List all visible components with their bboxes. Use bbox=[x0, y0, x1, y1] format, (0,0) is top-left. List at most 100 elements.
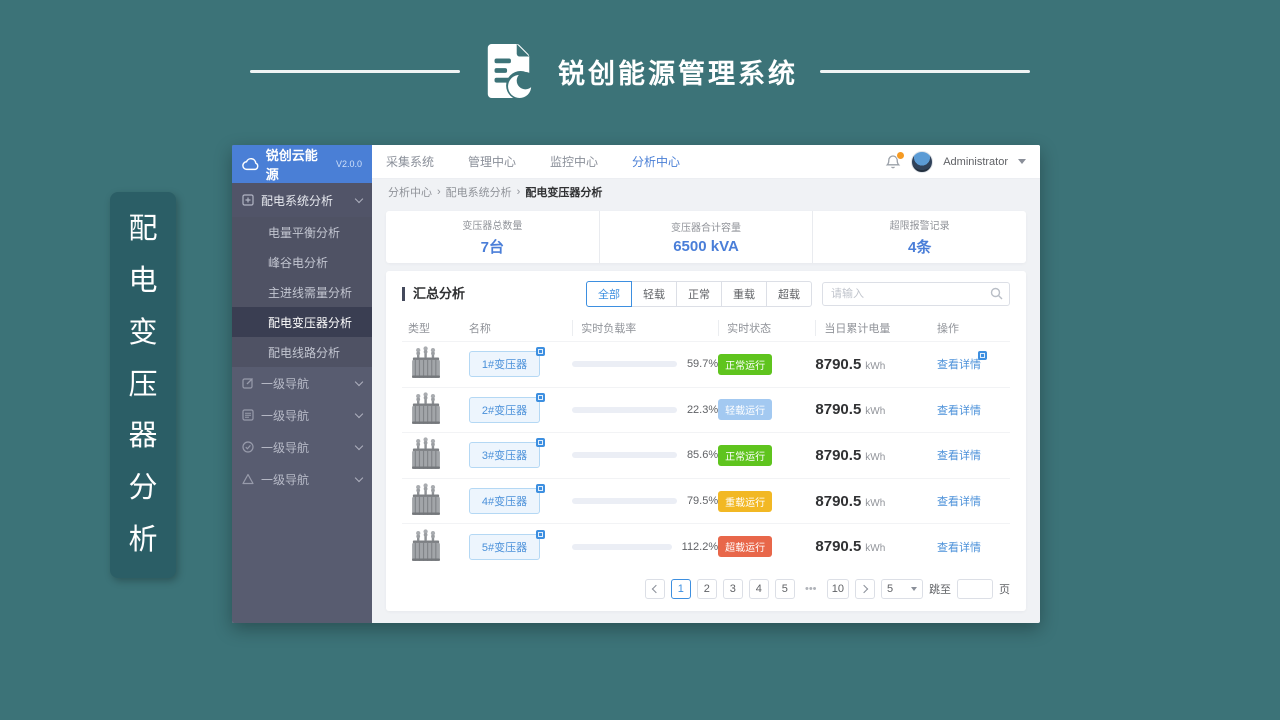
filter-button-group: 全部 轻载 正常 重载 超载 bbox=[586, 281, 812, 307]
list-icon bbox=[242, 409, 254, 421]
user-zone: Administrator bbox=[885, 150, 1026, 173]
load-rate-cell: 22.3% bbox=[572, 404, 718, 416]
nav-monitoring-center[interactable]: 监控中心 bbox=[550, 153, 598, 170]
status-cell: 正常运行 bbox=[718, 444, 815, 466]
page-button-4[interactable]: 4 bbox=[748, 579, 769, 599]
sidebar-item-power-balance[interactable]: 电量平衡分析 bbox=[232, 217, 372, 247]
sidebar-item-main-feeder-demand[interactable]: 主进线需量分析 bbox=[232, 277, 372, 307]
filter-overload-button[interactable]: 超载 bbox=[766, 281, 812, 307]
load-rate-value: 22.3% bbox=[686, 403, 719, 416]
sidebar-group-distribution-analysis[interactable]: 配电系统分析 bbox=[232, 183, 372, 217]
stat-label: 变压器合计容量 bbox=[671, 223, 741, 234]
jump-to-page-input[interactable] bbox=[957, 579, 993, 599]
prev-page-button[interactable] bbox=[644, 579, 665, 599]
action-cell: 查看详情 bbox=[937, 351, 1010, 372]
sidebar-group-nav-4[interactable]: 一级导航 bbox=[232, 463, 372, 495]
transformer-table: 类型 名称 实时负载率 实时状态 当日累计电量 操作 1#变压器 59.7% 正… bbox=[402, 315, 1010, 569]
sidebar-item-peak-valley[interactable]: 峰谷电分析 bbox=[232, 247, 372, 277]
chevron-down-icon bbox=[354, 473, 364, 482]
table-row: 5#变压器 112.2% 超载运行 8790.5 kWh 查看详情 bbox=[402, 523, 1010, 569]
stat-value: 6500 kVA bbox=[673, 238, 739, 255]
daily-energy-cell: 8790.5 kWh bbox=[815, 401, 937, 418]
energy-value: 8790.5 bbox=[815, 538, 862, 556]
sidebar-item-transformer-analysis[interactable]: 配电变压器分析 bbox=[232, 307, 372, 337]
app-logo: 锐创云能源 V2.0.0 bbox=[232, 145, 372, 183]
panel-title: 汇总分析 bbox=[402, 287, 465, 301]
page-size-select[interactable]: 5 bbox=[881, 579, 923, 599]
sidebar-group-nav-1[interactable]: 一级导航 bbox=[232, 367, 372, 399]
banner-right-line bbox=[820, 69, 1030, 73]
chevron-down-icon bbox=[354, 441, 364, 450]
transformer-name-chip[interactable]: 1#变压器 bbox=[468, 347, 546, 378]
header-daily-energy: 当日累计电量 bbox=[815, 320, 937, 336]
circle-check-icon bbox=[242, 441, 254, 453]
load-progress-bar bbox=[572, 543, 672, 550]
next-page-button[interactable] bbox=[855, 579, 875, 599]
annotation-badge-icon bbox=[536, 392, 546, 402]
filter-heavy-load-button[interactable]: 重载 bbox=[721, 281, 767, 307]
nav-analysis-center[interactable]: 分析中心 bbox=[632, 153, 680, 170]
view-details-link[interactable]: 查看详情 bbox=[937, 402, 981, 418]
filter-normal-button[interactable]: 正常 bbox=[676, 281, 722, 307]
transformer-name-chip[interactable]: 2#变压器 bbox=[468, 392, 546, 423]
transformer-name-chip[interactable]: 5#变压器 bbox=[468, 529, 546, 560]
stat-label: 超限报警记录 bbox=[889, 221, 950, 232]
transformer-type-cell bbox=[402, 392, 469, 428]
notification-bell-icon[interactable] bbox=[885, 150, 906, 170]
chevron-down-icon[interactable] bbox=[1018, 159, 1026, 164]
caption-char: 压 bbox=[128, 368, 158, 401]
page-suffix-label: 页 bbox=[999, 584, 1010, 596]
transformer-name-chip[interactable]: 3#变压器 bbox=[468, 438, 546, 469]
transformer-image bbox=[412, 346, 440, 379]
table-row: 1#变压器 59.7% 正常运行 8790.5 kWh 查看详情 bbox=[402, 341, 1010, 387]
energy-value: 8790.5 bbox=[815, 401, 862, 419]
sidebar-item-line-analysis[interactable]: 配电线路分析 bbox=[232, 337, 372, 367]
status-cell: 超载运行 bbox=[718, 536, 815, 558]
page-button-2[interactable]: 2 bbox=[696, 579, 717, 599]
jump-to-label: 跳至 bbox=[929, 584, 951, 596]
breadcrumb-analysis-center[interactable]: 分析中心 bbox=[388, 184, 432, 200]
document-report-icon bbox=[487, 44, 536, 100]
action-cell: 查看详情 bbox=[937, 402, 1010, 418]
view-details-link[interactable]: 查看详情 bbox=[937, 447, 981, 463]
avatar[interactable] bbox=[911, 150, 934, 173]
status-badge: 正常运行 bbox=[718, 353, 773, 375]
filter-light-load-button[interactable]: 轻载 bbox=[631, 281, 677, 307]
app-logo-version: V2.0.0 bbox=[335, 159, 362, 169]
page-button-5[interactable]: 5 bbox=[774, 579, 795, 599]
page-button-10[interactable]: 10 bbox=[826, 579, 849, 599]
search-input[interactable] bbox=[822, 282, 1010, 306]
sidebar-group-nav-2[interactable]: 一级导航 bbox=[232, 399, 372, 431]
nav-management-center[interactable]: 管理中心 bbox=[468, 153, 516, 170]
load-progress-bar bbox=[572, 406, 677, 413]
chevron-down-icon bbox=[354, 409, 364, 418]
caption-char: 器 bbox=[128, 420, 158, 453]
breadcrumb-separator: › bbox=[516, 186, 521, 198]
sidebar-group-nav-3[interactable]: 一级导航 bbox=[232, 431, 372, 463]
view-details-link[interactable]: 查看详情 bbox=[937, 351, 987, 372]
chevron-down-icon bbox=[354, 377, 364, 386]
transformer-image bbox=[412, 437, 440, 470]
stat-total-capacity: 变压器合计容量 6500 kVA bbox=[598, 211, 813, 263]
page-ellipsis[interactable]: ••• bbox=[801, 579, 821, 599]
breadcrumb-distribution-analysis[interactable]: 配电系统分析 bbox=[446, 184, 512, 200]
page-button-3[interactable]: 3 bbox=[722, 579, 743, 599]
stat-value: 4条 bbox=[908, 239, 932, 256]
nav-collection-system[interactable]: 采集系统 bbox=[386, 153, 434, 170]
caption-char: 变 bbox=[128, 316, 158, 349]
page-button-1[interactable]: 1 bbox=[670, 579, 691, 599]
chevron-right-icon bbox=[859, 584, 869, 594]
transformer-image bbox=[412, 483, 440, 515]
caption-char: 析 bbox=[128, 524, 158, 557]
sidebar: 锐创云能源 V2.0.0 配电系统分析 电量平衡分析 峰谷电分析 主进线需量分析… bbox=[232, 145, 372, 623]
energy-unit: kWh bbox=[865, 360, 886, 372]
view-details-link[interactable]: 查看详情 bbox=[937, 539, 981, 555]
load-rate-cell: 79.5% bbox=[572, 495, 718, 507]
load-rate-cell: 59.7% bbox=[572, 358, 718, 370]
transformer-name-chip[interactable]: 4#变压器 bbox=[468, 484, 546, 515]
breadcrumb-current-page: 配电变压器分析 bbox=[525, 187, 603, 199]
summary-panel: 汇总分析 全部 轻载 正常 重载 超载 请输入 类型 名称 实时负载率 实时状态… bbox=[386, 271, 1026, 611]
search-icon[interactable] bbox=[990, 287, 1003, 300]
filter-all-button[interactable]: 全部 bbox=[586, 281, 632, 307]
view-details-link[interactable]: 查看详情 bbox=[937, 493, 981, 509]
